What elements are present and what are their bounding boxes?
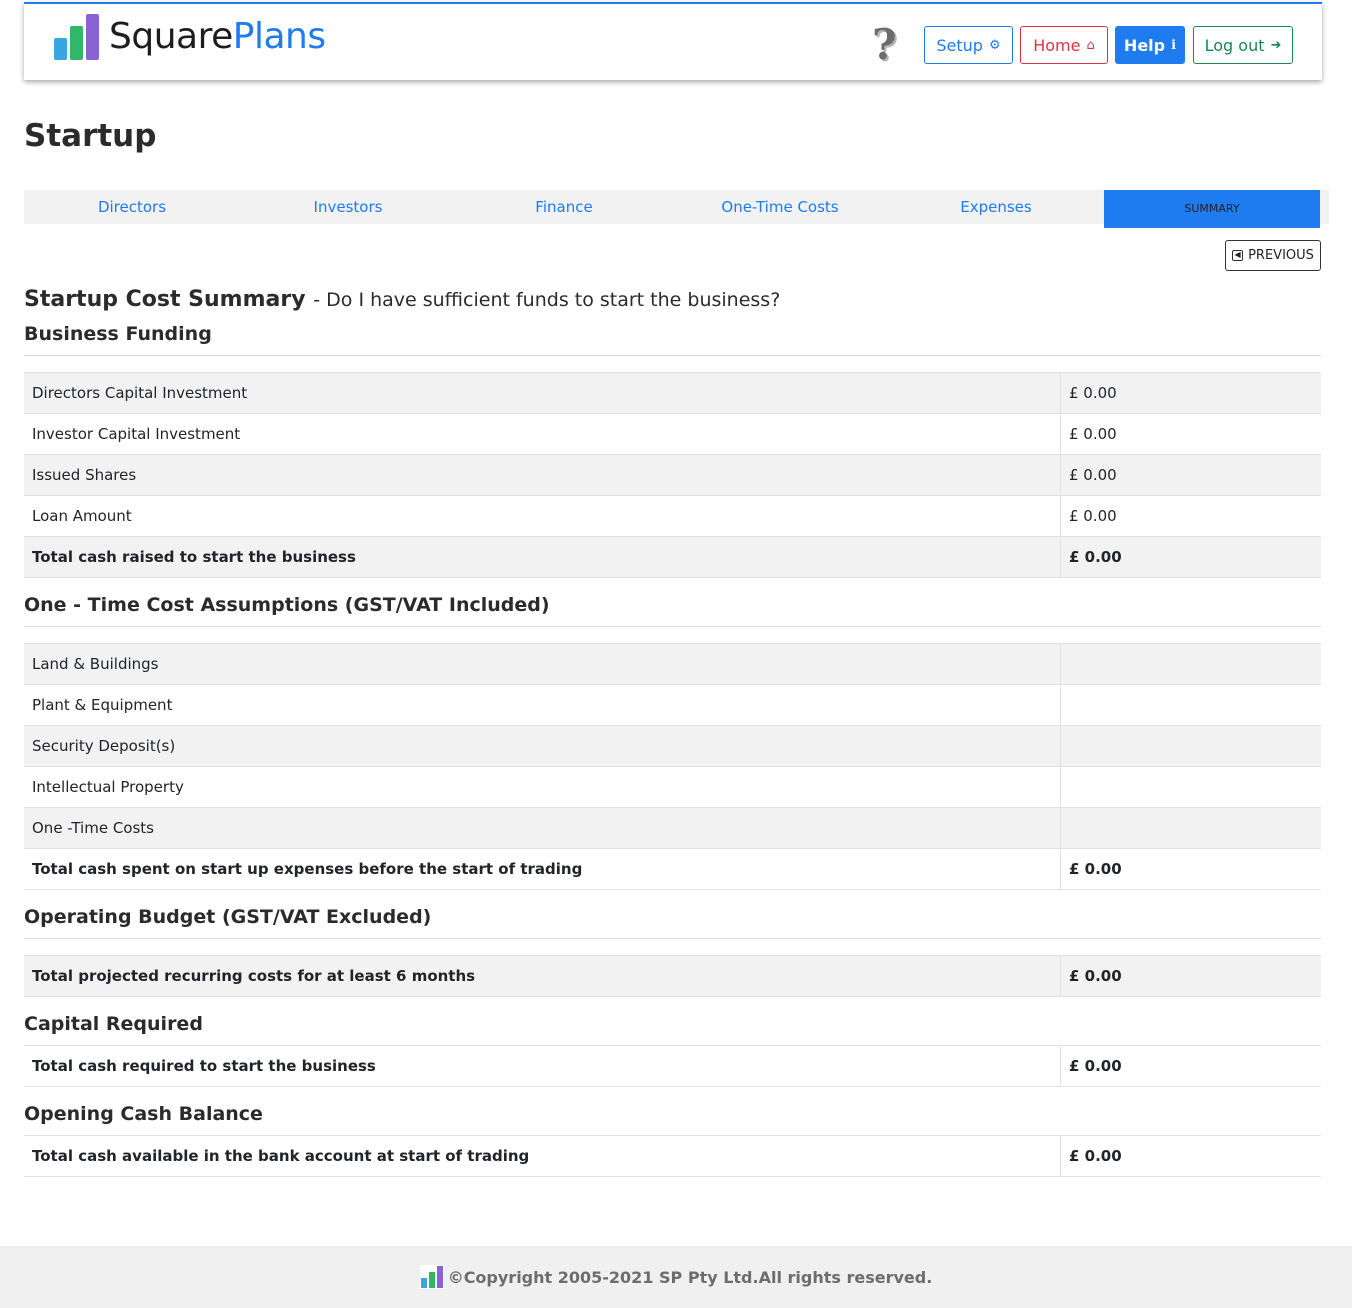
table-total-row: Total projected recurring costs for at l… <box>24 956 1321 997</box>
logout-button[interactable]: Log out ➜ <box>1193 26 1293 64</box>
tab-investors[interactable]: Investors <box>240 190 456 224</box>
home-button[interactable]: Home ⌂ <box>1020 26 1108 64</box>
setup-button[interactable]: Setup ⚙ <box>924 26 1013 64</box>
info-icon: ℹ <box>1171 37 1177 53</box>
tab-directors[interactable]: Directors <box>24 190 240 224</box>
top-navbar: SquarePlans ? Setup ⚙ Home ⌂ Help ℹ Log … <box>24 2 1322 80</box>
page-title: Startup <box>24 118 157 154</box>
table-row: Security Deposit(s) <box>24 726 1321 767</box>
operating-budget-table: Total projected recurring costs for at l… <box>24 955 1321 997</box>
brand-name: SquarePlans <box>109 14 326 60</box>
table-row: Directors Capital Investment £ 0.00 <box>24 373 1321 414</box>
row-value: £ 0.00 <box>1060 1046 1321 1086</box>
table-total-row: Total cash spent on start up expenses be… <box>24 849 1321 890</box>
tab-finance[interactable]: Finance <box>456 190 672 224</box>
row-label: Total cash available in the bank account… <box>32 1147 530 1165</box>
sign-out-icon: ➜ <box>1270 37 1282 53</box>
home-button-label: Home <box>1033 35 1081 55</box>
row-label: Plant & Equipment <box>32 696 173 714</box>
row-value: £ 0.00 <box>1060 373 1321 413</box>
row-label: One -Time Costs <box>32 819 154 837</box>
row-label: Total projected recurring costs for at l… <box>32 967 476 985</box>
previous-button-label: PREVIOUS <box>1248 248 1314 263</box>
table-row: Plant & Equipment <box>24 685 1321 726</box>
table-row: Investor Capital Investment £ 0.00 <box>24 414 1321 455</box>
section-divider <box>24 938 1321 939</box>
help-button[interactable]: Help ℹ <box>1115 26 1185 64</box>
one-time-costs-table: Land & Buildings Plant & Equipment Secur… <box>24 643 1321 890</box>
row-value: £ 0.00 <box>1060 496 1321 536</box>
section-title-one-time-costs: One - Time Cost Assumptions (GST/VAT Inc… <box>24 594 550 616</box>
capital-required-table: Total cash required to start the busines… <box>24 1045 1321 1087</box>
wizard-tabs: Directors Investors Finance One-Time Cos… <box>24 190 1329 228</box>
row-value <box>1060 726 1321 766</box>
row-label: Total cash required to start the busines… <box>32 1057 376 1075</box>
copyright-text: ©Copyright 2005-2021 SP Pty Ltd.All righ… <box>447 1267 933 1287</box>
table-row: Intellectual Property <box>24 767 1321 808</box>
tab-one-time-costs[interactable]: One-Time Costs <box>672 190 888 224</box>
business-funding-table: Directors Capital Investment £ 0.00 Inve… <box>24 372 1321 578</box>
brand-logo[interactable]: SquarePlans <box>54 14 326 60</box>
section-title-operating-budget: Operating Budget (GST/VAT Excluded) <box>24 906 432 928</box>
table-row: One -Time Costs <box>24 808 1321 849</box>
brand-name-part1: Square <box>109 16 233 57</box>
previous-button[interactable]: ◀ PREVIOUS <box>1225 240 1321 271</box>
setup-button-label: Setup <box>936 35 983 55</box>
row-label: Total cash raised to start the business <box>32 548 356 566</box>
section-divider <box>24 626 1321 627</box>
row-label: Total cash spent on start up expenses be… <box>32 860 583 878</box>
row-label: Security Deposit(s) <box>32 737 176 755</box>
row-value <box>1060 644 1321 684</box>
home-icon: ⌂ <box>1086 37 1095 53</box>
section-divider <box>24 355 1321 356</box>
table-row: Land & Buildings <box>24 644 1321 685</box>
row-label: Issued Shares <box>32 466 137 484</box>
summary-heading: Startup Cost Summary - Do I have suffici… <box>24 287 780 312</box>
page-footer: ©Copyright 2005-2021 SP Pty Ltd.All righ… <box>0 1246 1352 1308</box>
footer-logo-icon <box>419 1265 444 1289</box>
tab-expenses[interactable]: Expenses <box>888 190 1104 224</box>
row-label: Land & Buildings <box>32 655 159 673</box>
question-mark-icon[interactable]: ? <box>872 22 897 68</box>
logo-bars-icon <box>54 14 99 60</box>
section-title-opening-cash: Opening Cash Balance <box>24 1103 263 1125</box>
tab-summary[interactable]: SUMMARY <box>1104 190 1320 228</box>
logout-button-label: Log out <box>1204 35 1265 55</box>
row-label: Directors Capital Investment <box>32 384 248 402</box>
row-value: £ 0.00 <box>1060 849 1321 889</box>
row-label: Investor Capital Investment <box>32 425 241 443</box>
row-value: £ 0.00 <box>1060 956 1321 996</box>
table-total-row: Total cash available in the bank account… <box>24 1136 1321 1177</box>
table-total-row: Total cash raised to start the business … <box>24 537 1321 578</box>
brand-name-part2: Plans <box>232 16 326 57</box>
table-row: Issued Shares £ 0.00 <box>24 455 1321 496</box>
section-title-business-funding: Business Funding <box>24 323 212 345</box>
row-value: £ 0.00 <box>1060 414 1321 454</box>
row-value <box>1060 808 1321 848</box>
summary-title: Startup Cost Summary <box>24 287 306 312</box>
gears-icon: ⚙ <box>988 37 1001 53</box>
opening-cash-table: Total cash available in the bank account… <box>24 1135 1321 1177</box>
row-label: Loan Amount <box>32 507 132 525</box>
table-row: Loan Amount £ 0.00 <box>24 496 1321 537</box>
row-value: £ 0.00 <box>1060 455 1321 495</box>
row-value <box>1060 767 1321 807</box>
table-total-row: Total cash required to start the busines… <box>24 1046 1321 1087</box>
section-title-capital-required: Capital Required <box>24 1013 203 1035</box>
help-button-label: Help <box>1123 35 1166 55</box>
row-label: Intellectual Property <box>32 778 184 796</box>
row-value: £ 0.00 <box>1060 1136 1321 1176</box>
caret-left-icon: ◀ <box>1232 250 1244 261</box>
summary-subtitle: - Do I have sufficient funds to start th… <box>313 289 781 311</box>
row-value: £ 0.00 <box>1060 537 1321 577</box>
row-value <box>1060 685 1321 725</box>
